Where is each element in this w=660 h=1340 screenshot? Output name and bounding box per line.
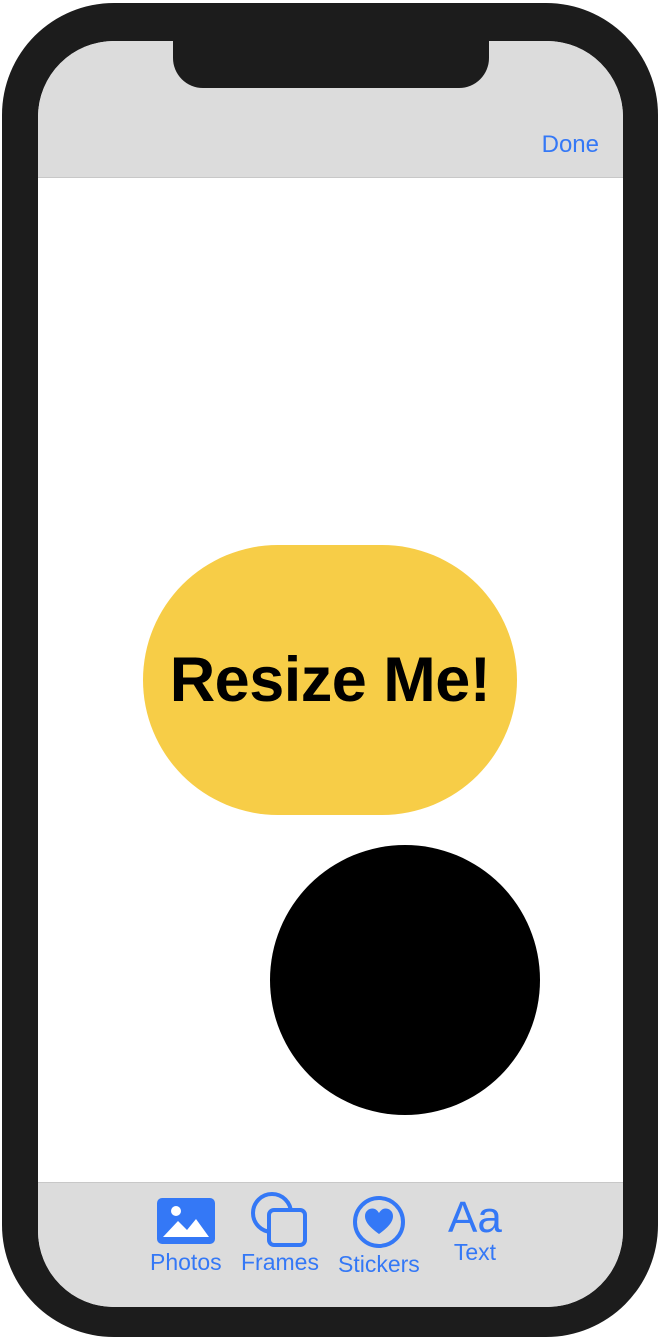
toolbar-frames-button[interactable]: Frames: [241, 1191, 319, 1275]
toolbar-stickers-label: Stickers: [338, 1251, 420, 1277]
bottom-toolbar: Photos Frames Stickers Aa Text: [38, 1182, 623, 1307]
toolbar-text-label: Text: [453, 1239, 496, 1265]
editing-canvas[interactable]: Resize Me!: [38, 178, 623, 1182]
heart-circle-icon: [352, 1196, 405, 1248]
toolbar-text-button[interactable]: Aa Text: [448, 1193, 502, 1266]
text-sticker-label: Resize Me!: [169, 645, 491, 715]
circle-sticker[interactable]: [270, 845, 540, 1115]
done-button[interactable]: Done: [542, 131, 599, 159]
toolbar-photos-button[interactable]: Photos: [150, 1197, 222, 1275]
phone-frame: Done Resize Me! Photos Frames Stickers A…: [2, 3, 658, 1337]
photo-icon: [156, 1198, 215, 1244]
text-icon: Aa: [448, 1193, 502, 1242]
screen: Done Resize Me! Photos Frames Stickers A…: [38, 41, 623, 1307]
toolbar-photos-label: Photos: [150, 1249, 222, 1275]
device-notch: [173, 41, 489, 88]
frames-icon: [250, 1192, 307, 1247]
toolbar-stickers-button[interactable]: Stickers: [338, 1195, 420, 1277]
toolbar-frames-label: Frames: [241, 1249, 319, 1275]
text-sticker[interactable]: Resize Me!: [143, 545, 517, 815]
